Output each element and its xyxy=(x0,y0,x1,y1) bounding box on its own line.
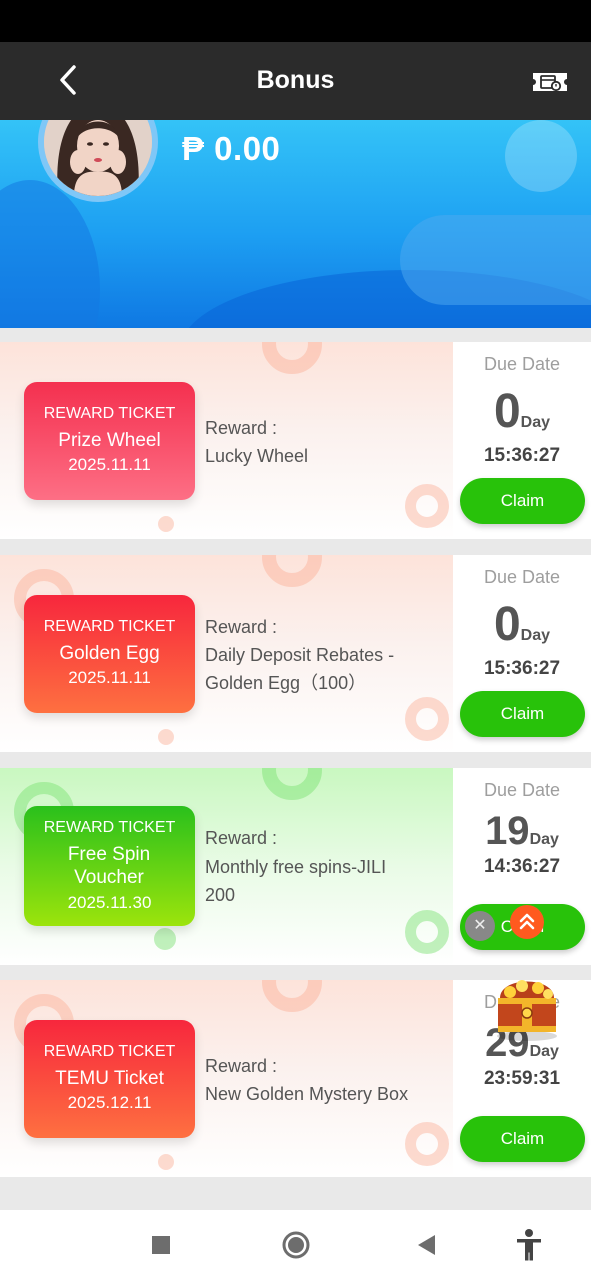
ticket-kind: REWARD TICKET xyxy=(43,819,176,836)
ticket-name: Prize Wheel xyxy=(58,430,161,451)
treasure-chest-icon xyxy=(497,980,557,1041)
claim-button[interactable]: Claim xyxy=(460,1116,585,1162)
banner-wave xyxy=(0,180,100,328)
accessibility-icon xyxy=(517,1229,541,1261)
treasure-chest-button[interactable] xyxy=(488,968,566,1042)
due-days-unit: Day xyxy=(529,831,559,848)
due-days: 0Day xyxy=(453,597,591,652)
ticket-kind: REWARD TICKET xyxy=(43,405,176,422)
card-decoration xyxy=(158,729,174,745)
recent-apps-button[interactable] xyxy=(150,1234,172,1256)
accessibility-button[interactable] xyxy=(514,1228,544,1262)
home-button[interactable] xyxy=(281,1230,311,1260)
reward-ticket-card: REWARD TICKET Free Spin Voucher 2025.11.… xyxy=(0,768,591,965)
due-date-label: Due Date xyxy=(483,567,561,587)
card-decoration xyxy=(405,484,449,528)
close-icon: ✕ xyxy=(473,917,487,934)
scroll-top-button[interactable] xyxy=(510,905,544,939)
ticket-date: 2025.12.11 xyxy=(67,1093,152,1112)
system-navigation-bar xyxy=(0,1210,591,1280)
banner-wave xyxy=(400,215,591,305)
balance-amount: ₱ 0.00 xyxy=(182,130,281,167)
reward-description: Lucky Wheel xyxy=(205,446,309,466)
balance-banner: ₱ 0.00 xyxy=(0,120,591,328)
due-days-unit: Day xyxy=(520,414,551,431)
due-date-panel: Due Date 0Day 15:36:27 Claim xyxy=(453,555,591,752)
reward-label: Reward : xyxy=(205,1056,278,1076)
double-chevron-up-icon xyxy=(519,913,535,930)
card-decoration xyxy=(405,697,449,741)
card-decoration xyxy=(158,1154,174,1170)
triangle-left-icon xyxy=(418,1235,435,1255)
reward-label: Reward : xyxy=(205,828,278,848)
due-date-label: Due Date xyxy=(483,354,561,374)
ticket-date: 2025.11.30 xyxy=(67,893,152,912)
due-days: 0Day xyxy=(453,384,591,439)
ticket-icon xyxy=(533,73,567,92)
due-time: 15:36:27 xyxy=(483,658,561,679)
due-time: 15:36:27 xyxy=(483,445,561,466)
due-time: 23:59:31 xyxy=(483,1068,561,1089)
card-decoration xyxy=(158,516,174,532)
bonus-screen: Bonus ₱ 0.00 REWARD TICKET Prize Wheel 2… xyxy=(0,0,591,1280)
card-decoration xyxy=(154,928,176,950)
due-date-panel: Due Date 0Day 15:36:27 Claim xyxy=(453,342,591,539)
card-decoration xyxy=(405,910,449,954)
square-icon xyxy=(152,1236,170,1254)
ticket-kind: REWARD TICKET xyxy=(43,1043,176,1060)
reward-label: Reward : xyxy=(205,617,278,637)
due-date-label: Due Date xyxy=(483,780,561,800)
banner-bubble xyxy=(505,120,577,192)
claim-button[interactable]: Claim xyxy=(460,478,585,524)
ticket-name: TEMU Ticket xyxy=(55,1068,164,1089)
back-nav-button[interactable] xyxy=(415,1233,439,1257)
avatar-image xyxy=(44,120,152,196)
reward-description: Daily Deposit Rebates - Golden Egg（100） xyxy=(205,645,395,693)
card-decoration xyxy=(405,1122,449,1166)
due-time: 14:36:27 xyxy=(483,856,561,877)
claim-button[interactable]: Claim xyxy=(460,691,585,737)
due-days: 19Day xyxy=(453,809,591,854)
due-days-count: 0 xyxy=(493,385,521,438)
reward-description: Monthly free spins-JILI 200 xyxy=(205,857,387,905)
ticket-badge: REWARD TICKET Golden Egg 2025.11.11 xyxy=(24,595,195,713)
ticket-badge: REWARD TICKET Prize Wheel 2025.11.11 xyxy=(24,382,195,500)
reward-label: Reward : xyxy=(205,418,278,438)
ticket-kind: REWARD TICKET xyxy=(43,618,176,635)
reward-ticket-card: REWARD TICKET Prize Wheel 2025.11.11 Rew… xyxy=(0,342,591,539)
due-days-count: 19 xyxy=(485,809,530,853)
page-title: Bonus xyxy=(256,66,335,94)
ticket-name: Free Spin Voucher xyxy=(67,844,151,888)
close-floating-button[interactable]: ✕ xyxy=(465,911,495,941)
due-days-unit: Day xyxy=(529,1043,559,1060)
ticket-date: 2025.11.11 xyxy=(68,668,151,687)
ticket-date: 2025.11.11 xyxy=(68,455,151,474)
ticket-history-button[interactable] xyxy=(530,66,570,98)
reward-ticket-card: REWARD TICKET Golden Egg 2025.11.11 Rewa… xyxy=(0,555,591,752)
due-days-count: 0 xyxy=(493,598,521,651)
circle-icon xyxy=(282,1231,310,1259)
status-bar xyxy=(0,0,591,42)
due-days-unit: Day xyxy=(520,627,551,644)
reward-description: New Golden Mystery Box xyxy=(205,1084,409,1104)
ticket-name: Golden Egg xyxy=(59,643,160,664)
ticket-badge: REWARD TICKET TEMU Ticket 2025.12.11 xyxy=(24,1020,195,1138)
app-header: Bonus xyxy=(0,42,591,120)
ticket-badge: REWARD TICKET Free Spin Voucher 2025.11.… xyxy=(24,806,195,926)
